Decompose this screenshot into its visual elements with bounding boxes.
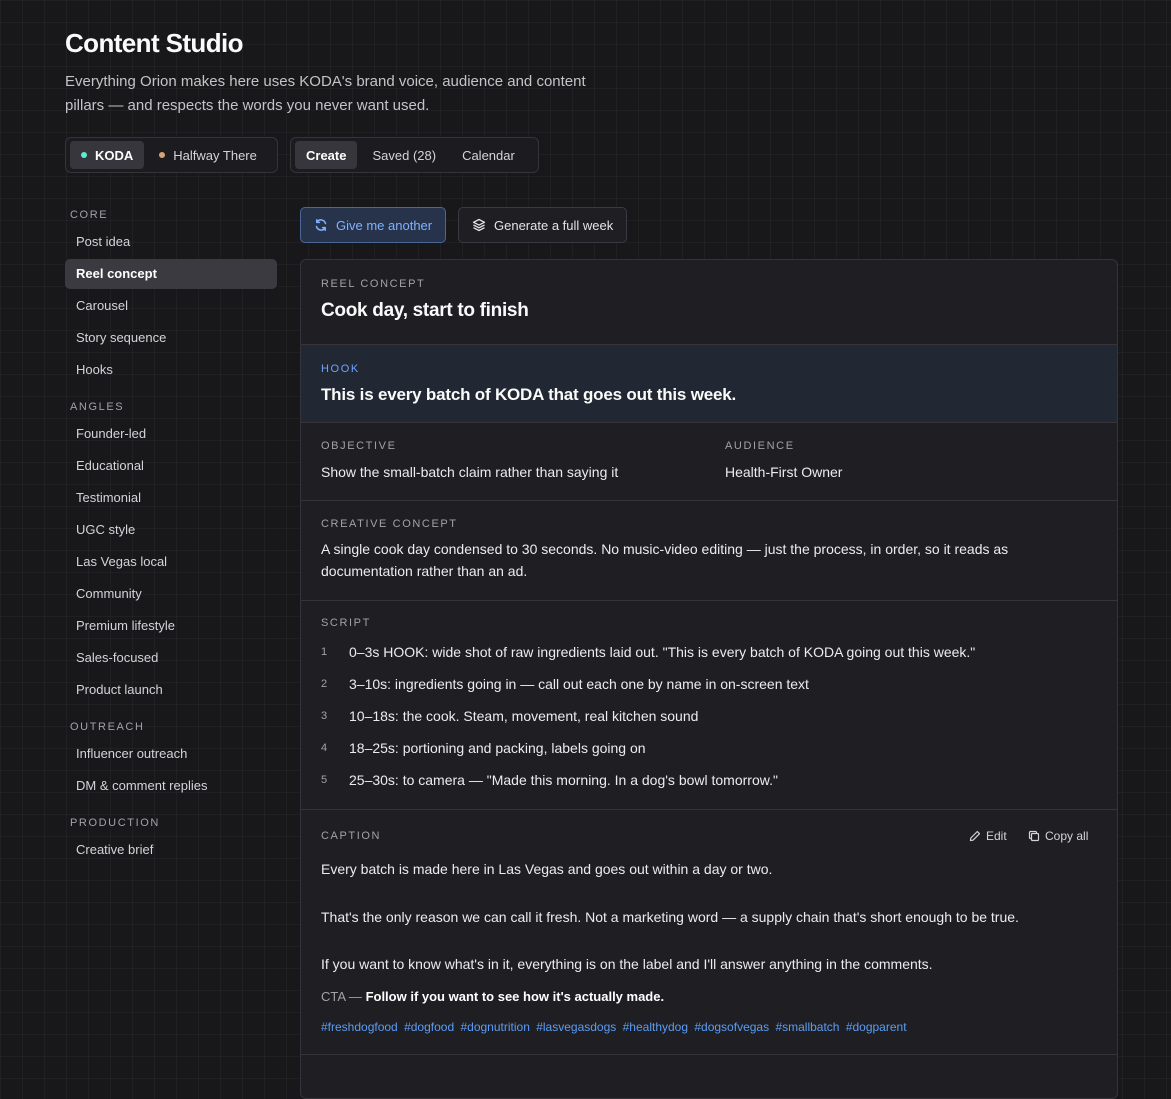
sidebar-item-story-sequence[interactable]: Story sequence [65,323,277,353]
script-section: SCRIPT 1 0–3s HOOK: wide shot of raw ing… [301,600,1117,810]
hashtag[interactable]: #freshdogfood [321,1020,398,1034]
view-tabs: Create Saved (28) Calendar [290,137,539,173]
script-line-text: 10–18s: the cook. Steam, movement, real … [349,708,699,724]
sidebar-item-sales-focused[interactable]: Sales-focused [65,643,277,673]
hashtags: #freshdogfood #dogfood #dognutrition #la… [321,1020,910,1034]
sidebar-heading-angles: ANGLES [70,401,125,413]
sidebar-item-reel-concept[interactable]: Reel concept [65,259,277,289]
edit-caption-button[interactable]: Edit [969,829,1007,843]
page-subtitle: Everything Orion makes here uses KODA's … [65,73,586,114]
sidebar-item-testimonial[interactable]: Testimonial [65,483,277,513]
script-line: 2 3–10s: ingredients going in — call out… [321,674,809,694]
copy-all-button[interactable]: Copy all [1028,829,1088,843]
sidebar-heading-outreach: OUTREACH [70,721,145,733]
script-line-text: 18–25s: portioning and packing, labels g… [349,740,646,756]
sidebar-heading-core: CORE [70,209,109,221]
creative-concept-section: CREATIVE CONCEPT A single cook day conde… [301,500,1117,601]
hashtag[interactable]: #lasvegasdogs [536,1020,616,1034]
sidebar-item-community[interactable]: Community [65,579,277,609]
brand-koda-label: KODA [95,147,134,163]
creative-concept-line: documentation rather than an ad. [321,563,528,579]
brand-halfway-there-button[interactable]: Halfway There [148,141,268,169]
give-me-another-label: Give me another [336,217,433,233]
layers-icon [472,218,486,232]
hashtag[interactable]: #dogsofvegas [694,1020,769,1034]
tab-create[interactable]: Create [295,141,358,169]
objective-audience-section: OBJECTIVE Show the small-batch claim rat… [301,423,1117,501]
sidebar-item-influencer-outreach[interactable]: Influencer outreach [65,739,277,769]
script-line-text: 3–10s: ingredients going in — call out e… [349,676,809,692]
objective-label: OBJECTIVE [321,440,397,452]
sidebar-item-creative-brief[interactable]: Creative brief [65,835,277,865]
brand-switcher: KODA Halfway There [65,137,278,173]
sidebar: CORE Post idea Reel concept Carousel Sto… [65,205,277,865]
sidebar-item-carousel[interactable]: Carousel [65,291,277,321]
script-line: 4 18–25s: portioning and packing, labels… [321,738,646,758]
script-line: 1 0–3s HOOK: wide shot of raw ingredient… [321,642,975,662]
concept-type-label: REEL CONCEPT [321,278,426,290]
pencil-icon [969,830,981,842]
script-line: 5 25–30s: to camera — "Made this morning… [321,770,778,790]
brand-halfway-there-label: Halfway There [173,147,257,163]
hashtag[interactable]: #dognutrition [460,1020,529,1034]
cta-text: Follow if you want to see how it's actua… [365,989,665,1004]
sidebar-item-product-launch[interactable]: Product launch [65,675,277,705]
hook-section: HOOK This is every batch of KODA that go… [301,344,1117,423]
audience-text: Health-First Owner [725,464,843,480]
caption-section: CAPTION Edit Copy all Every batch is mad… [301,809,1117,1055]
objective-text: Show the small-batch claim rather than s… [321,464,619,480]
copy-icon [1028,830,1040,842]
edit-label: Edit [986,829,1007,843]
caption-paragraph: Every batch is made here in Las Vegas an… [321,861,773,877]
sidebar-item-educational[interactable]: Educational [65,451,277,481]
script-line-number: 1 [321,646,328,658]
generate-full-week-label: Generate a full week [494,217,614,233]
hashtag[interactable]: #smallbatch [775,1020,839,1034]
reel-concept-card: REEL CONCEPT Cook day, start to finish H… [300,259,1118,1099]
sidebar-item-dm-comment-replies[interactable]: DM & comment replies [65,771,277,801]
sidebar-item-founder-led[interactable]: Founder-led [65,419,277,449]
give-me-another-button[interactable]: Give me another [300,207,447,243]
hashtag[interactable]: #dogparent [846,1020,907,1034]
concept-title: Cook day, start to finish [321,300,529,321]
cta-prefix: CTA — [321,989,362,1004]
hashtag[interactable]: #dogfood [404,1020,454,1034]
brand-koda-button[interactable]: KODA [70,141,145,169]
script-line-number: 2 [321,678,328,690]
concept-header: REEL CONCEPT Cook day, start to finish [301,260,1117,344]
sidebar-item-premium-lifestyle[interactable]: Premium lifestyle [65,611,277,641]
copy-all-label: Copy all [1045,829,1089,843]
sidebar-item-ugc-style[interactable]: UGC style [65,515,277,545]
script-line-number: 4 [321,742,328,754]
creative-concept-label: CREATIVE CONCEPT [321,518,458,530]
cta-line: CTA — Follow if you want to see how it's… [321,989,664,1004]
script-label: SCRIPT [321,617,371,629]
generate-full-week-button[interactable]: Generate a full week [458,207,628,243]
script-line-number: 5 [321,774,328,786]
brand-dot-icon [159,152,166,158]
brand-dot-icon [81,152,87,158]
refresh-icon [315,219,327,231]
hook-label: HOOK [321,363,360,375]
script-line-text: 25–30s: to camera — "Made this morning. … [349,772,778,788]
tab-saved[interactable]: Saved (28) [361,141,447,169]
caption-label: CAPTION [321,830,382,842]
script-line: 3 10–18s: the cook. Steam, movement, rea… [321,706,698,726]
sidebar-heading-production: PRODUCTION [70,817,160,829]
caption-paragraph: If you want to know what's in it, everyt… [321,956,933,972]
hook-text: This is every batch of KODA that goes ou… [321,385,736,404]
page-title: Content Studio [65,28,244,58]
sidebar-item-post-idea[interactable]: Post idea [65,227,277,257]
caption-paragraph: That's the only reason we can call it fr… [321,909,1019,925]
script-line-text: 0–3s HOOK: wide shot of raw ingredients … [349,644,976,660]
creative-concept-line: A single cook day condensed to 30 second… [321,541,1009,557]
script-line-number: 3 [321,710,328,722]
sidebar-item-hooks[interactable]: Hooks [65,355,277,385]
hashtag[interactable]: #healthydog [623,1020,688,1034]
audience-label: AUDIENCE [725,440,795,452]
tab-calendar[interactable]: Calendar [451,141,526,169]
sidebar-item-las-vegas-local[interactable]: Las Vegas local [65,547,277,577]
